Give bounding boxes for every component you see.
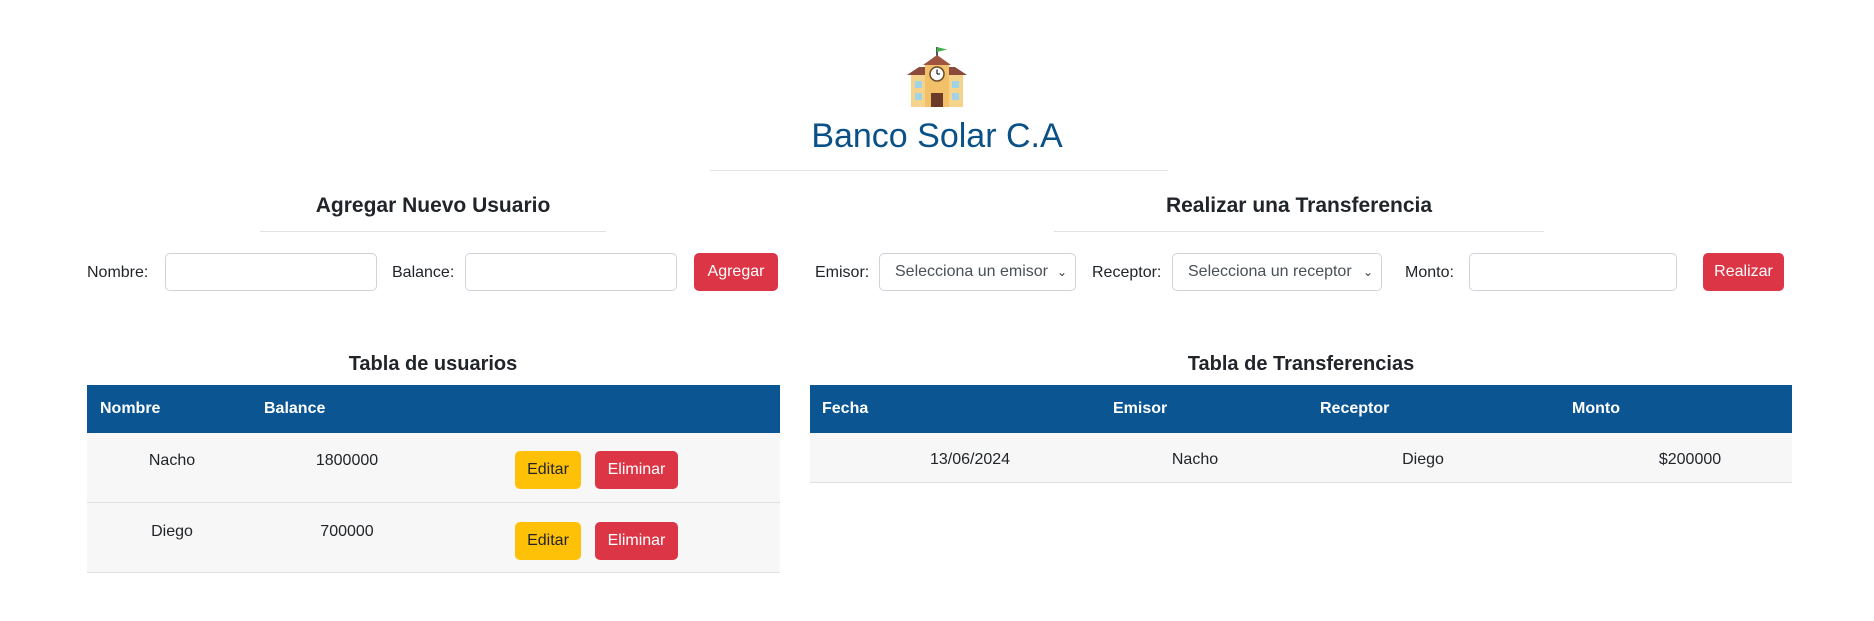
add-user-divider [260, 231, 606, 232]
user-balance-cell: 1800000 [315, 452, 379, 469]
table-row: 13/06/2024 Nacho Diego $200000 [810, 433, 1792, 483]
column-header-balance: Balance [264, 400, 326, 417]
column-header-receptor: Receptor [1320, 400, 1390, 417]
column-header-nombre: Nombre [100, 400, 161, 417]
transfers-table-title: Tabla de Transferencias [1187, 353, 1415, 375]
table-row: Diego 700000 Editar Eliminar [87, 503, 780, 573]
name-label: Nombre: [87, 264, 149, 281]
transfers-table-header: Fecha Emisor Receptor Monto [810, 385, 1792, 433]
page: Banco Solar C.A Agregar Nuevo Usuario No… [0, 0, 1874, 621]
column-header-emisor: Emisor [1113, 400, 1168, 417]
receiver-label: Receptor: [1092, 264, 1162, 281]
users-table-title: Tabla de usuarios [348, 353, 518, 375]
chevron-down-icon: ⌄ [1056, 265, 1067, 279]
transfer-amount-cell: $200000 [1658, 451, 1722, 468]
delete-button[interactable]: Eliminar [595, 451, 678, 489]
chevron-down-icon: ⌄ [1362, 265, 1373, 279]
sender-select[interactable]: Selecciona un emisor ⌄ [879, 253, 1076, 291]
user-balance-cell: 700000 [320, 523, 374, 540]
amount-label: Monto: [1405, 264, 1454, 281]
sender-select-value: Selecciona un emisor [895, 263, 1048, 280]
user-name-cell: Nacho [148, 452, 196, 469]
page-title: Banco Solar C.A [811, 117, 1063, 155]
edit-button[interactable]: Editar [515, 451, 581, 489]
add-user-button[interactable]: Agregar [694, 253, 778, 291]
column-header-fecha: Fecha [822, 400, 869, 417]
name-input[interactable] [165, 253, 377, 291]
users-table-header: Nombre Balance [87, 385, 780, 433]
add-user-title: Agregar Nuevo Usuario [315, 194, 551, 217]
transfer-divider [1054, 231, 1544, 232]
receiver-select-value: Selecciona un receptor [1188, 263, 1352, 280]
sender-label: Emisor: [815, 264, 870, 281]
edit-button[interactable]: Editar [515, 522, 581, 560]
amount-input[interactable] [1469, 253, 1677, 291]
transfer-button[interactable]: Realizar [1703, 253, 1784, 291]
balance-input[interactable] [465, 253, 677, 291]
title-divider [710, 170, 1168, 171]
receiver-select[interactable]: Selecciona un receptor ⌄ [1172, 253, 1382, 291]
transfer-title: Realizar una Transferencia [1165, 194, 1433, 217]
school-building-icon [907, 47, 967, 107]
transfer-date-cell: 13/06/2024 [929, 451, 1011, 468]
balance-label: Balance: [392, 264, 455, 281]
transfer-receiver-cell: Diego [1402, 451, 1444, 468]
table-row: Nacho 1800000 Editar Eliminar [87, 433, 780, 503]
user-name-cell: Diego [151, 523, 193, 540]
transfer-sender-cell: Nacho [1171, 451, 1219, 468]
column-header-monto: Monto [1572, 400, 1620, 417]
delete-button[interactable]: Eliminar [595, 522, 678, 560]
